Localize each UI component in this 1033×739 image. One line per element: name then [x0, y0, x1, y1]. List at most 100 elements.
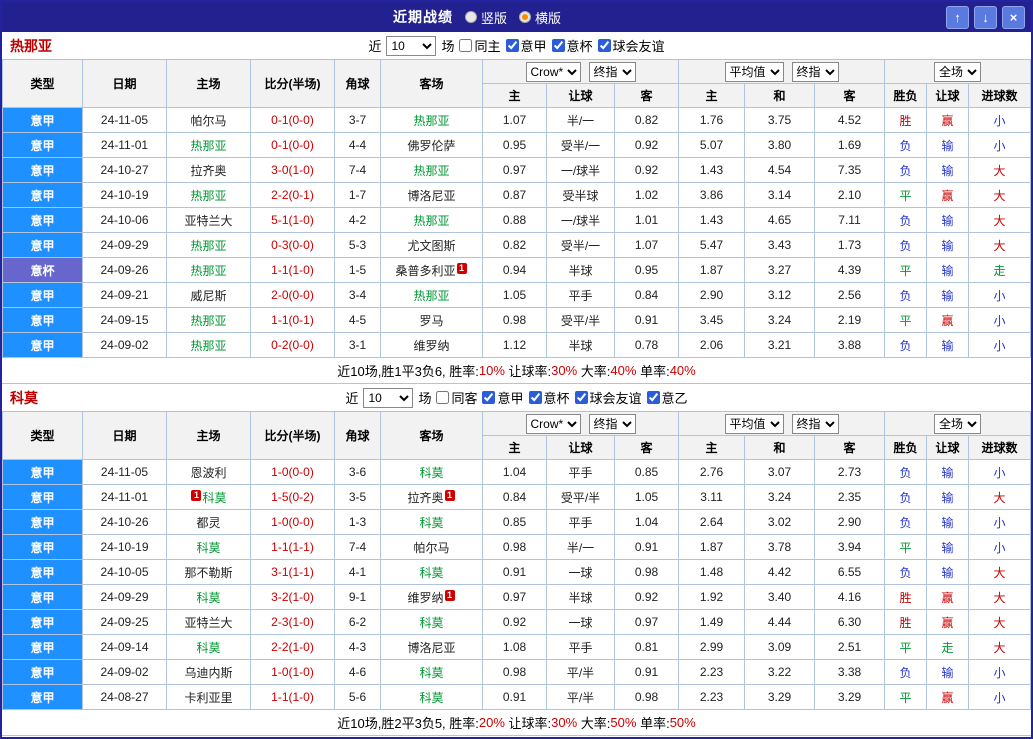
- league-checkbox[interactable]: 意甲: [482, 388, 524, 407]
- goals-result-cell: 小: [968, 307, 1031, 333]
- checkbox-input[interactable]: [505, 39, 519, 52]
- checkbox-input[interactable]: [528, 391, 542, 404]
- odds-handicap-cell: 受平/半: [546, 307, 615, 333]
- team-link[interactable]: 科莫: [196, 541, 220, 555]
- team-link[interactable]: 热那亚: [190, 239, 226, 253]
- team-link[interactable]: 拉齐奥: [190, 164, 226, 178]
- layout-radio-horizontal[interactable]: 横版: [519, 8, 561, 27]
- home-team-cell: 拉齐奥: [166, 157, 251, 183]
- checkbox-input[interactable]: [459, 39, 473, 52]
- date-cell: 24-09-02: [82, 659, 167, 685]
- team-link[interactable]: 科莫: [419, 666, 443, 680]
- away-team-cell: 科莫: [380, 459, 483, 485]
- team-link[interactable]: 拉齐奥: [407, 491, 443, 505]
- bookmaker-select[interactable]: Crow*: [525, 61, 581, 82]
- handicap-result-cell: 输: [926, 659, 970, 685]
- team-link[interactable]: 桑普多利亚: [395, 264, 455, 278]
- avg-group-header: 平均值 终指: [678, 411, 886, 436]
- team-link[interactable]: 热那亚: [190, 314, 226, 328]
- team-link[interactable]: 维罗纳: [407, 591, 443, 605]
- checkbox-input[interactable]: [482, 391, 496, 404]
- move-up-button[interactable]: ↑: [946, 5, 969, 29]
- league-checkbox[interactable]: 意乙: [646, 388, 688, 407]
- team-link[interactable]: 科莫: [419, 466, 443, 480]
- checkbox-label: 意甲: [497, 391, 524, 406]
- corners-cell: 4-3: [334, 634, 381, 660]
- team-link[interactable]: 热那亚: [190, 339, 226, 353]
- same-venue-checkbox[interactable]: 同客: [436, 388, 477, 407]
- scope-select[interactable]: 全场: [934, 413, 982, 434]
- team-link[interactable]: 科莫: [196, 641, 220, 655]
- team-link[interactable]: 帕尔马: [413, 541, 449, 555]
- team-link[interactable]: 热那亚: [413, 289, 449, 303]
- team-link[interactable]: 博洛尼亚: [407, 641, 455, 655]
- layout-radio-vertical[interactable]: 竖版: [464, 8, 507, 27]
- checkbox-input[interactable]: [574, 391, 588, 404]
- move-down-button[interactable]: ↓: [974, 5, 997, 29]
- team-link[interactable]: 亚特兰大: [184, 616, 232, 630]
- league-checkbox[interactable]: 意杯: [528, 388, 570, 407]
- team-link[interactable]: 罗马: [419, 314, 443, 328]
- team-link[interactable]: 热那亚: [413, 214, 449, 228]
- team-link[interactable]: 热那亚: [190, 189, 226, 203]
- score-cell: 3-0(1-0): [250, 157, 335, 183]
- odds-time-select[interactable]: 终指: [588, 61, 636, 82]
- team-link[interactable]: 威尼斯: [190, 289, 226, 303]
- avg-time-select[interactable]: 终指: [791, 61, 839, 82]
- score-cell: 1-1(1-1): [250, 534, 335, 560]
- team-link[interactable]: 科莫: [202, 491, 226, 505]
- checkbox-input[interactable]: [597, 39, 611, 52]
- average-select[interactable]: 平均值: [724, 413, 784, 434]
- scope-select[interactable]: 全场: [934, 61, 982, 82]
- team-link[interactable]: 热那亚: [190, 139, 226, 153]
- handicap-result-cell: 输: [926, 559, 970, 585]
- team-link[interactable]: 科莫: [419, 616, 443, 630]
- league-checkbox[interactable]: 意杯: [551, 36, 593, 55]
- checkbox-label: 意杯: [566, 39, 593, 54]
- team-link[interactable]: 那不勒斯: [184, 566, 232, 580]
- match-row: 意甲 24-09-25 亚特兰大 2-3(1-0) 6-2 科莫 0.92 一球 0.97 1.4…: [2, 609, 1031, 635]
- league-checkbox[interactable]: 意甲: [505, 36, 547, 55]
- close-button[interactable]: ×: [1002, 5, 1025, 29]
- team-link[interactable]: 恩波利: [190, 466, 226, 480]
- filter-controls: 近 10 场 同主 意甲 意杯 球会友谊: [368, 35, 665, 56]
- team-link[interactable]: 卡利亚里: [184, 691, 232, 705]
- team-link[interactable]: 亚特兰大: [184, 214, 232, 228]
- away-team-cell: 博洛尼亚: [380, 634, 483, 660]
- avg-time-select[interactable]: 终指: [791, 413, 839, 434]
- team-link[interactable]: 帕尔马: [190, 114, 226, 128]
- team-link[interactable]: 科莫: [419, 516, 443, 530]
- match-count-select[interactable]: 10: [386, 35, 437, 56]
- avg-home-cell: 2.99: [678, 634, 746, 660]
- team-link[interactable]: 佛罗伦萨: [407, 139, 455, 153]
- checkbox-input[interactable]: [436, 391, 450, 404]
- team-link[interactable]: 热那亚: [413, 164, 449, 178]
- match-count-select[interactable]: 10: [363, 387, 414, 408]
- league-checkbox[interactable]: 球会友谊: [597, 36, 665, 55]
- match-row: 意甲 24-09-02 乌迪内斯 1-0(1-0) 4-6 科莫 0.98 平/半 0.91 2.…: [2, 659, 1031, 685]
- team-link[interactable]: 维罗纳: [413, 339, 449, 353]
- team-link[interactable]: 科莫: [196, 591, 220, 605]
- team-link[interactable]: 博洛尼亚: [407, 189, 455, 203]
- average-select[interactable]: 平均值: [724, 61, 784, 82]
- team-link[interactable]: 都灵: [196, 516, 220, 530]
- checkbox-input[interactable]: [646, 391, 660, 404]
- team-link[interactable]: 尤文图斯: [407, 239, 455, 253]
- bookmaker-select[interactable]: Crow*: [525, 413, 581, 434]
- odds-time-select[interactable]: 终指: [588, 413, 636, 434]
- team-link[interactable]: 科莫: [419, 691, 443, 705]
- checkbox-input[interactable]: [551, 39, 565, 52]
- goals-result-cell: 大: [968, 584, 1031, 610]
- col-header-result: 胜负: [884, 435, 928, 460]
- team-link[interactable]: 热那亚: [190, 264, 226, 278]
- date-cell: 24-09-21: [82, 282, 167, 308]
- team-link[interactable]: 热那亚: [413, 114, 449, 128]
- summary-value: 50%: [669, 715, 696, 730]
- same-venue-checkbox[interactable]: 同主: [459, 36, 501, 55]
- league-checkbox[interactable]: 球会友谊: [574, 388, 642, 407]
- layout-radio-group: 竖版 横版: [464, 8, 561, 27]
- team-link[interactable]: 科莫: [419, 566, 443, 580]
- games-label: 场: [418, 391, 432, 406]
- team-link[interactable]: 乌迪内斯: [184, 666, 232, 680]
- down-arrow-icon: ↓: [982, 9, 989, 25]
